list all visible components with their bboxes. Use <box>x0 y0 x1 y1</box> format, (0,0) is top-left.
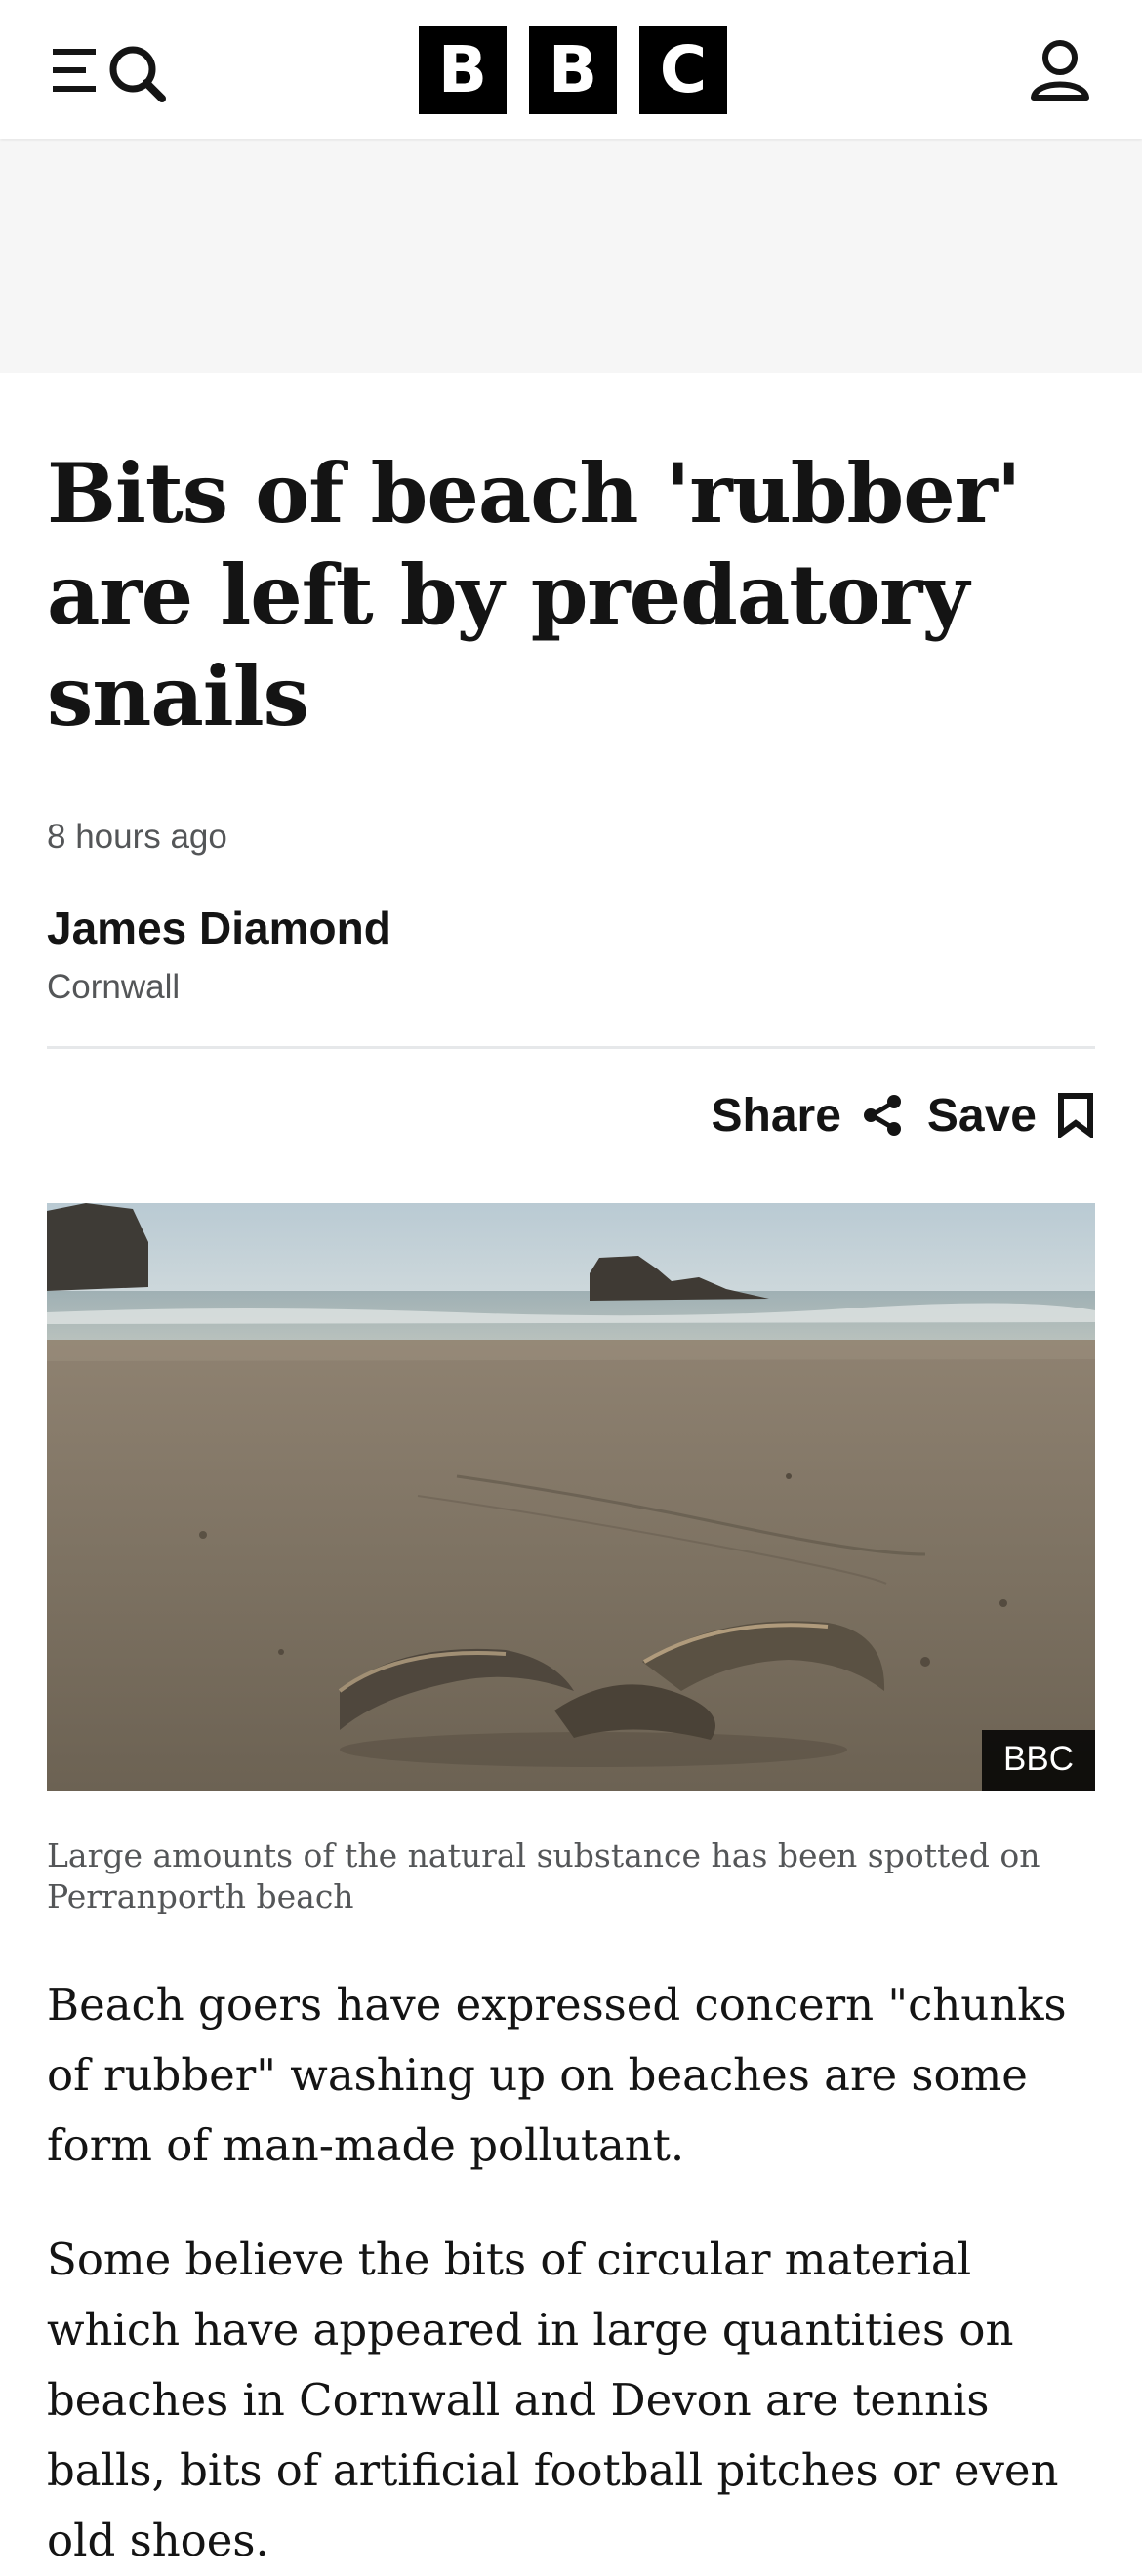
article-timestamp: 8 hours ago <box>47 818 227 856</box>
logo-letter-c: C <box>639 26 727 114</box>
top-navigation-bar: B B C <box>0 0 1142 139</box>
save-label: Save <box>926 1089 1037 1142</box>
menu-search-icon[interactable] <box>47 35 172 105</box>
advert-placeholder <box>0 139 1142 373</box>
logo-letter-b1: B <box>419 26 507 114</box>
account-icon[interactable] <box>1025 35 1095 105</box>
bbc-logo[interactable]: B B C <box>419 26 727 114</box>
bookmark-icon <box>1058 1093 1093 1138</box>
article-content: Bits of beach 'rubber' are left by preda… <box>0 443 1142 2576</box>
share-button[interactable]: Share <box>711 1089 903 1143</box>
article-hero-image: BBC <box>47 1203 1095 1791</box>
share-icon <box>863 1095 901 1136</box>
author-location: Cornwall <box>47 968 181 1006</box>
author-name: James Diamond <box>47 903 391 953</box>
share-label: Share <box>711 1089 841 1142</box>
article-paragraph: Beach goers have expressed concern "chun… <box>47 1979 1067 2171</box>
image-credit: BBC <box>982 1730 1095 1791</box>
article-actions: Share Save <box>47 1086 1095 1145</box>
divider <box>47 1046 1095 1049</box>
article-paragraph: Some believe the bits of circular materi… <box>47 2234 1059 2566</box>
beach-photo <box>47 1203 1095 1791</box>
save-button[interactable]: Save <box>927 1089 1095 1143</box>
image-caption: Large amounts of the natural substance h… <box>47 1836 1040 1915</box>
article-headline: Bits of beach 'rubber' are left by preda… <box>47 445 1022 745</box>
logo-letter-b2: B <box>529 26 617 114</box>
